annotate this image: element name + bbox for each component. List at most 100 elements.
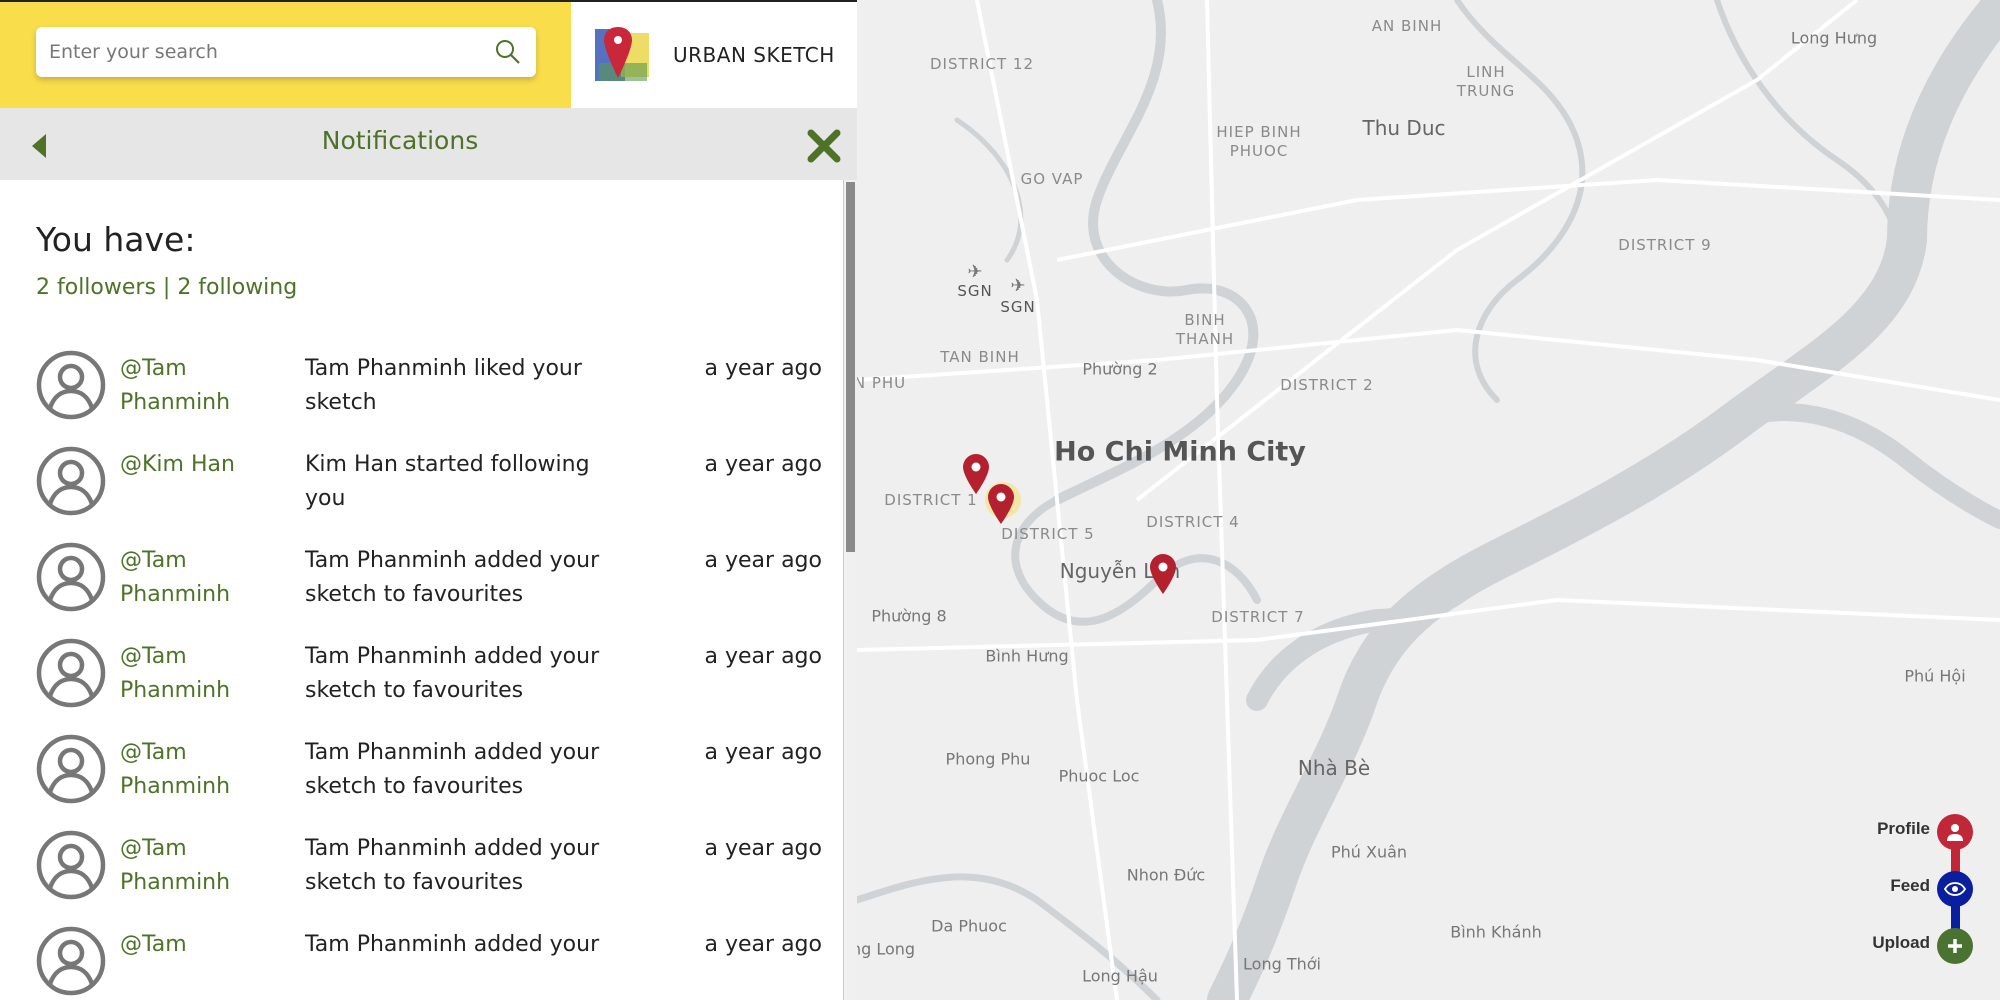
user-icon — [1947, 824, 1963, 841]
scrollbar-thumb[interactable] — [846, 182, 855, 552]
follow-counts[interactable]: 2 followers | 2 following — [36, 275, 297, 300]
avatar-icon[interactable] — [36, 638, 106, 708]
map-label: HIEP BINH — [1216, 123, 1302, 141]
search-icon[interactable] — [494, 38, 522, 66]
map-label: DISTRICT 4 — [1146, 513, 1240, 531]
notification-user[interactable]: @Tam Phanminh — [120, 544, 290, 612]
notifications-header: Notifications — [0, 108, 857, 180]
notification-item[interactable]: @Tam Phanminh Tam Phanminh added your ske… — [0, 734, 843, 804]
eye-icon — [1944, 882, 1966, 896]
city-label: Ho Chi Minh City — [1054, 436, 1306, 468]
upload-button[interactable] — [1937, 928, 1973, 964]
notification-text: Tam Phanminh added your sketch to favour… — [305, 740, 600, 799]
map-label: LINH — [1466, 63, 1506, 81]
brand-name: URBAN SKETCH — [673, 43, 835, 67]
map-label: N PHU — [857, 374, 907, 392]
map-label: Bình Hưng — [985, 646, 1069, 666]
notification-time: a year ago — [704, 548, 822, 573]
plus-icon — [1948, 939, 1962, 953]
map-label: PHUOC — [1229, 142, 1289, 160]
map-label: Long Hậu — [1082, 966, 1158, 986]
map-label: Phú Hội — [1904, 666, 1966, 686]
map-label: Da Phuoc — [931, 916, 1007, 936]
map-background — [857, 0, 2000, 1000]
map-label: GO VAP — [1020, 170, 1084, 188]
map-label: THANH — [1175, 330, 1235, 348]
map-label: Long Hưng — [1790, 28, 1878, 48]
notification-user[interactable]: @Tam Phanminh — [120, 352, 290, 420]
profile-button[interactable] — [1937, 814, 1973, 850]
brand[interactable]: URBAN SKETCH — [571, 2, 857, 108]
map-label: SGN — [1000, 298, 1036, 316]
notification-item[interactable]: @Tam Phanminh Tam Phanminh added your ske… — [0, 830, 843, 900]
avatar-icon[interactable] — [36, 542, 106, 612]
airport-icon: ✈ — [1010, 275, 1026, 297]
page-title: Notifications — [321, 126, 479, 155]
notifications-panel: URBAN SKETCH Notifications You have: 2 f… — [0, 0, 857, 1000]
map-label: Nhon Đức — [1126, 865, 1206, 885]
notification-user[interactable]: @Kim Han — [120, 448, 290, 482]
map-label: Thu Duc — [1362, 116, 1446, 140]
top-bar: URBAN SKETCH — [0, 0, 857, 108]
map-label: DISTRICT 12 — [930, 55, 1034, 73]
notification-item[interactable]: @Tam Phanminh Tam Phanminh added your ske… — [0, 542, 843, 612]
map-label: Phú Xuân — [1330, 842, 1408, 862]
map-label: AN BINH — [1371, 17, 1443, 35]
close-icon[interactable] — [806, 128, 842, 164]
notification-item[interactable]: @Tam Phanminh Tam Phanminh liked your ske… — [0, 350, 843, 420]
avatar-icon[interactable] — [36, 446, 106, 516]
floating-menu: Profile Feed Upload — [1840, 812, 1990, 972]
notification-text: Kim Han started following you — [305, 452, 590, 511]
upload-label: Upload — [1872, 933, 1930, 952]
map-label: Bình Khánh — [1450, 922, 1542, 942]
map-label: Phường 8 — [871, 606, 947, 626]
map-label: BINH — [1184, 311, 1226, 329]
airport-icon: ✈ — [967, 261, 983, 283]
map-label: DISTRICT 7 — [1211, 608, 1305, 626]
avatar-icon[interactable] — [36, 830, 106, 900]
avatar-icon[interactable] — [36, 926, 106, 996]
scrollbar[interactable] — [843, 180, 857, 1000]
feed-button[interactable] — [1937, 871, 1973, 907]
notification-user[interactable]: @Tam — [120, 928, 290, 962]
notification-user[interactable]: @Tam Phanminh — [120, 736, 290, 804]
notification-text: Tam Phanminh added your sketch to favour… — [305, 836, 600, 895]
map-label: Phuoc Loc — [1058, 766, 1140, 786]
notification-text: Tam Phanminh added your sketch to favour… — [305, 644, 600, 703]
map-label: Phường 2 — [1082, 359, 1158, 379]
notifications-content: You have: 2 followers | 2 following @Tam… — [0, 180, 843, 1000]
avatar-icon[interactable] — [36, 734, 106, 804]
map-label: Phong Phu — [945, 749, 1031, 769]
map-marker[interactable] — [1150, 554, 1176, 594]
notification-time: a year ago — [704, 644, 822, 669]
map-label: Long Thới — [1243, 954, 1321, 974]
map-marker[interactable] — [988, 484, 1014, 524]
map-label: TAN BINH — [940, 348, 1020, 366]
notification-user[interactable]: @Tam Phanminh — [120, 832, 290, 900]
map-label: DISTRICT 9 — [1618, 236, 1712, 254]
notification-time: a year ago — [704, 932, 822, 957]
search-box — [36, 27, 536, 77]
map-label: DISTRICT 2 — [1280, 376, 1374, 394]
feed-label: Feed — [1890, 876, 1930, 895]
search-input[interactable] — [49, 41, 494, 63]
notification-time: a year ago — [704, 836, 822, 861]
summary-heading: You have: — [36, 220, 196, 259]
map[interactable]: AN BINH DISTRICT 12 LINH TRUNG Long Hưng… — [857, 0, 2000, 1000]
avatar-icon[interactable] — [36, 350, 106, 420]
notification-time: a year ago — [704, 452, 822, 477]
notification-item[interactable]: @Kim Han Kim Han started following you a y… — [0, 446, 843, 516]
map-label: DISTRICT 5 — [1001, 525, 1095, 543]
notification-user[interactable]: @Tam Phanminh — [120, 640, 290, 708]
map-label: ng Long — [857, 939, 916, 959]
notification-text: Tam Phanminh liked your sketch — [305, 356, 582, 415]
map-marker[interactable] — [963, 454, 989, 494]
map-label: SGN — [957, 282, 993, 300]
notification-time: a year ago — [704, 356, 822, 381]
notification-item[interactable]: @Tam Tam Phanminh added your a year ago — [0, 926, 843, 996]
profile-label: Profile — [1877, 819, 1930, 838]
map-label: TRUNG — [1456, 82, 1516, 100]
map-label: Nhà Bè — [1297, 756, 1371, 780]
notification-text: Tam Phanminh added your — [305, 932, 600, 957]
notification-item[interactable]: @Tam Phanminh Tam Phanminh added your ske… — [0, 638, 843, 708]
